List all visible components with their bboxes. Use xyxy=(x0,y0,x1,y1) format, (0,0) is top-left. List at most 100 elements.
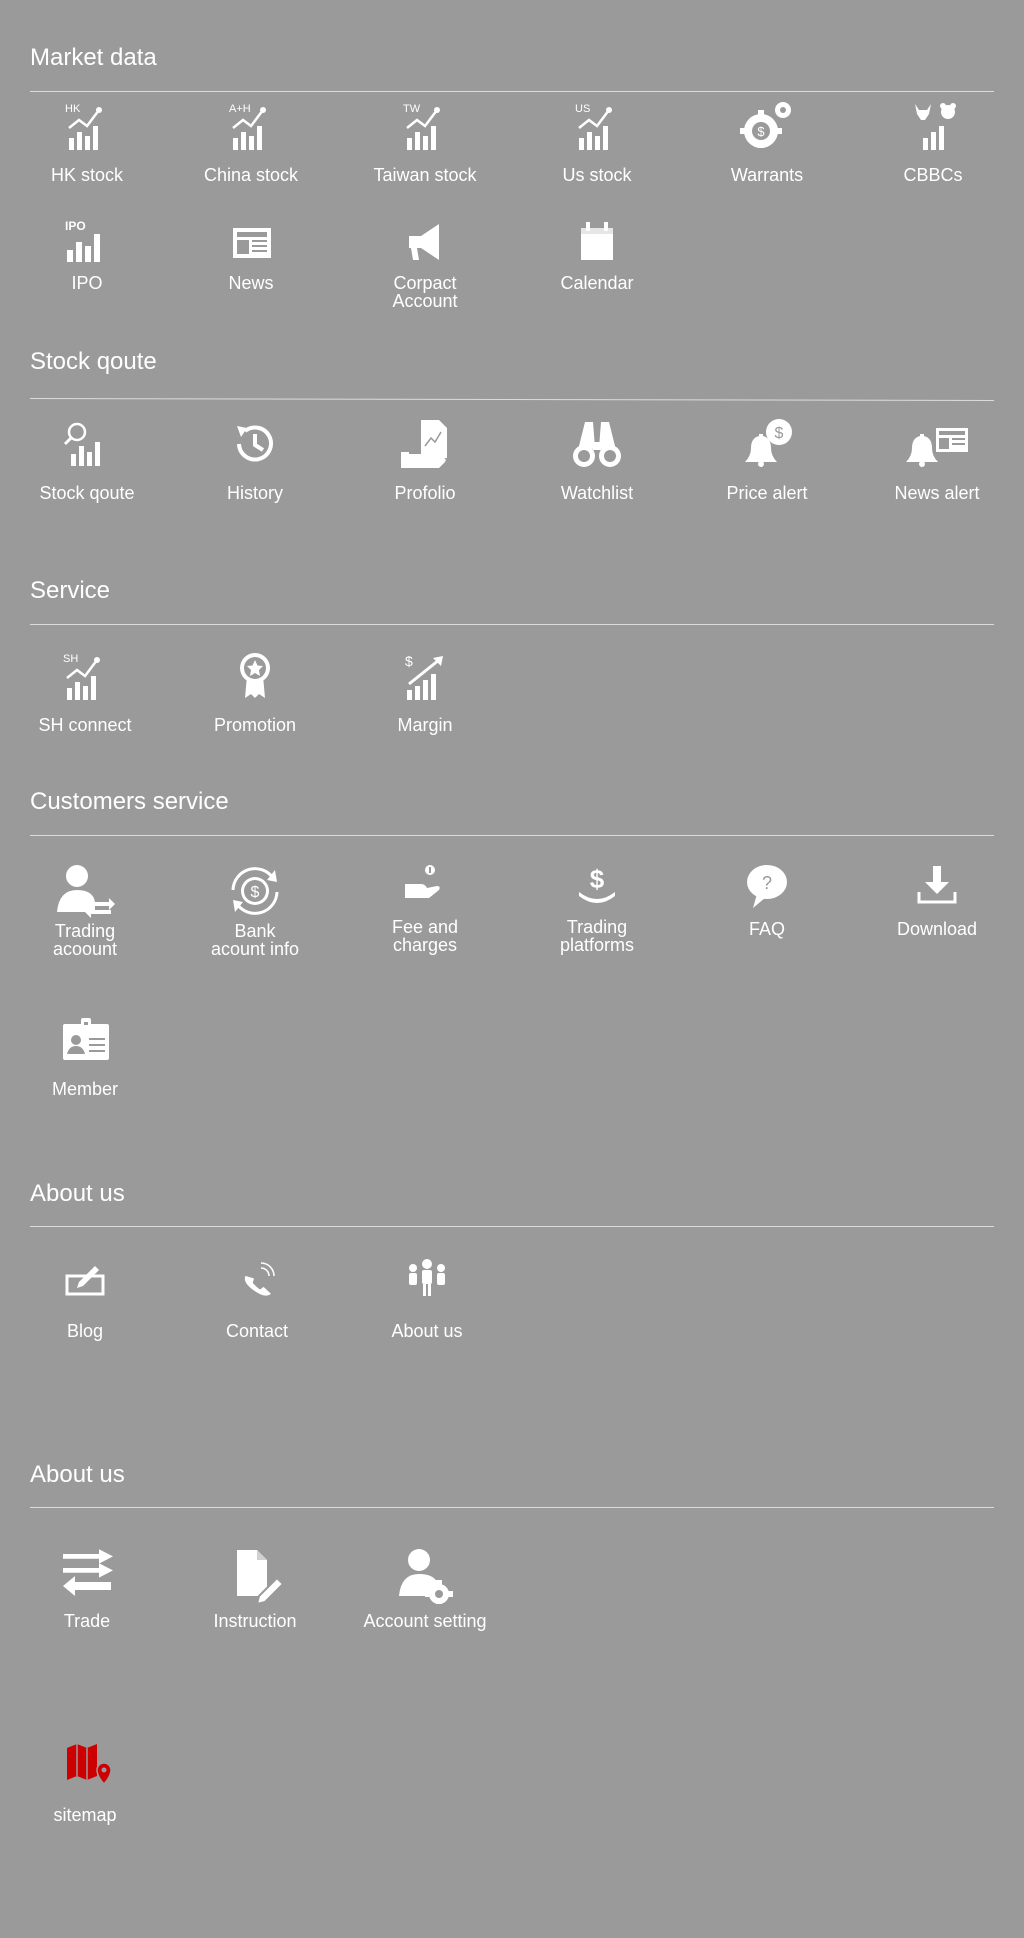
menu-item-trading-platforms[interactable]: $ Trading platforms xyxy=(512,862,682,954)
bell-news-icon xyxy=(852,418,1022,474)
portfolio-icon xyxy=(340,418,510,474)
menu-item-trading-account[interactable]: Trading acoount xyxy=(0,862,170,958)
menu-item-about-us[interactable]: About us xyxy=(342,1256,512,1340)
svg-text:TW: TW xyxy=(403,103,421,115)
menu-item-label: Account setting xyxy=(363,1611,487,1631)
menu-item-label: Taiwan stock xyxy=(373,165,477,185)
menu-item-profolio[interactable]: Profolio xyxy=(340,418,510,502)
china-stock-chart-icon: A+H xyxy=(166,100,336,156)
menu-item-hk-stock[interactable]: HK HK stock xyxy=(2,100,172,184)
menu-item-cbbcs[interactable]: CBBCs xyxy=(848,100,1018,184)
menu-item-label: About us xyxy=(391,1321,463,1341)
section-title-about-us-2: About us xyxy=(30,1461,125,1488)
menu-item-stock-qoute[interactable]: Stock qoute xyxy=(2,418,172,502)
menu-item-label: Corpact Account xyxy=(392,273,458,311)
award-ribbon-icon xyxy=(170,650,340,706)
menu-item-sitemap[interactable]: sitemap xyxy=(0,1740,170,1824)
history-icon xyxy=(170,418,340,474)
sh-chart-icon: SH xyxy=(0,650,170,706)
menu-item-faq[interactable]: ? FAQ xyxy=(682,862,852,938)
menu-item-trade[interactable]: Trade xyxy=(2,1546,172,1630)
divider xyxy=(30,1507,994,1508)
menu-item-label: Fee and charges xyxy=(391,917,459,955)
user-transfer-icon xyxy=(0,862,170,918)
menu-item-promotion[interactable]: Promotion xyxy=(170,650,340,734)
menu-item-taiwan-stock[interactable]: TW Taiwan stock xyxy=(340,100,510,184)
menu-item-label: Watchlist xyxy=(560,483,634,503)
megaphone-icon xyxy=(340,218,510,274)
menu-item-label: sitemap xyxy=(53,1805,117,1825)
menu-item-corpact-account[interactable]: Corpact Account xyxy=(340,218,510,310)
menu-item-label: News alert xyxy=(894,483,980,503)
menu-item-ipo[interactable]: IPO IPO xyxy=(2,218,172,292)
menu-item-label: Profolio xyxy=(394,483,456,503)
download-icon xyxy=(852,862,1022,918)
section-title-stock-qoute: Stock qoute xyxy=(30,348,157,375)
menu-item-history[interactable]: History xyxy=(170,418,340,502)
menu-item-instruction[interactable]: Instruction xyxy=(170,1546,340,1630)
menu-item-china-stock[interactable]: A+H China stock xyxy=(166,100,336,184)
menu-item-label: Bank acount info xyxy=(210,921,300,959)
phone-icon xyxy=(172,1256,342,1312)
menu-item-price-alert[interactable]: $ Price alert xyxy=(682,418,852,502)
svg-text:$: $ xyxy=(251,884,260,901)
menu-item-news-alert[interactable]: News alert xyxy=(852,418,1022,502)
swap-arrows-icon xyxy=(2,1546,172,1602)
question-bubble-icon: ? xyxy=(682,862,852,918)
ipo-chart-icon: IPO xyxy=(2,218,172,274)
svg-text:$: $ xyxy=(757,124,765,139)
menu-item-label: History xyxy=(226,483,283,503)
divider xyxy=(30,624,994,625)
svg-text:$: $ xyxy=(590,864,605,894)
menu-item-label: Trading acoount xyxy=(52,921,118,959)
divider xyxy=(30,91,994,92)
menu-item-us-stock[interactable]: US Us stock xyxy=(512,100,682,184)
people-group-icon xyxy=(342,1256,512,1312)
menu-item-label: News xyxy=(228,273,274,293)
menu-item-label: Instruction xyxy=(213,1611,297,1631)
binoculars-icon xyxy=(512,418,682,474)
menu-item-account-setting[interactable]: Account setting xyxy=(340,1546,510,1630)
menu-item-news[interactable]: News xyxy=(166,218,336,292)
menu-item-label: Margin xyxy=(397,715,453,735)
svg-text:HK: HK xyxy=(65,103,81,115)
menu-item-label: IPO xyxy=(71,273,103,293)
section-title-service: Service xyxy=(30,577,111,604)
menu-item-download[interactable]: Download xyxy=(852,862,1022,938)
menu-item-label: Stock qoute xyxy=(39,483,135,503)
menu-item-label: Member xyxy=(51,1079,118,1099)
menu-item-member[interactable]: Member xyxy=(0,1014,170,1098)
menu-item-label: HK stock xyxy=(50,165,124,185)
menu-item-label: Price alert xyxy=(726,483,808,503)
menu-item-contact[interactable]: Contact xyxy=(172,1256,342,1340)
section-title-customers-service: Customers service xyxy=(30,788,229,815)
menu-item-blog[interactable]: Blog xyxy=(0,1256,170,1340)
map-pin-icon xyxy=(0,1740,170,1796)
menu-item-label: SH connect xyxy=(38,715,132,735)
divider xyxy=(30,835,994,836)
menu-item-watchlist[interactable]: Watchlist xyxy=(512,418,682,502)
menu-item-label: Warrants xyxy=(730,165,804,185)
menu-item-margin[interactable]: $ Margin xyxy=(340,650,510,734)
menu-item-calendar[interactable]: Calendar xyxy=(512,218,682,292)
menu-item-label: CBBCs xyxy=(903,165,963,185)
menu-item-sh-connect[interactable]: SH SH connect xyxy=(0,650,170,734)
svg-text:IPO: IPO xyxy=(65,219,86,233)
hand-dollar-icon: $ xyxy=(512,862,682,918)
divider xyxy=(30,1226,994,1227)
dollar-cycle-icon: $ xyxy=(170,862,340,918)
svg-text:$: $ xyxy=(405,653,413,669)
blog-pen-icon xyxy=(0,1256,170,1312)
menu-item-warrants[interactable]: $ Warrants xyxy=(682,100,852,184)
us-stock-chart-icon: US xyxy=(512,100,682,156)
dollar-chart-icon: $ xyxy=(340,650,510,706)
document-pencil-icon xyxy=(170,1546,340,1604)
menu-item-label: Contact xyxy=(225,1321,289,1341)
divider xyxy=(30,397,995,402)
section-title-about-us: About us xyxy=(30,1180,125,1207)
menu-item-label: Blog xyxy=(66,1321,104,1341)
bull-bear-chart-icon xyxy=(848,100,1018,156)
svg-text:$: $ xyxy=(775,425,784,442)
menu-item-fee-and-charges[interactable]: Fee and charges xyxy=(340,862,510,954)
menu-item-bank-account-info[interactable]: $ Bank acount info xyxy=(170,862,340,958)
